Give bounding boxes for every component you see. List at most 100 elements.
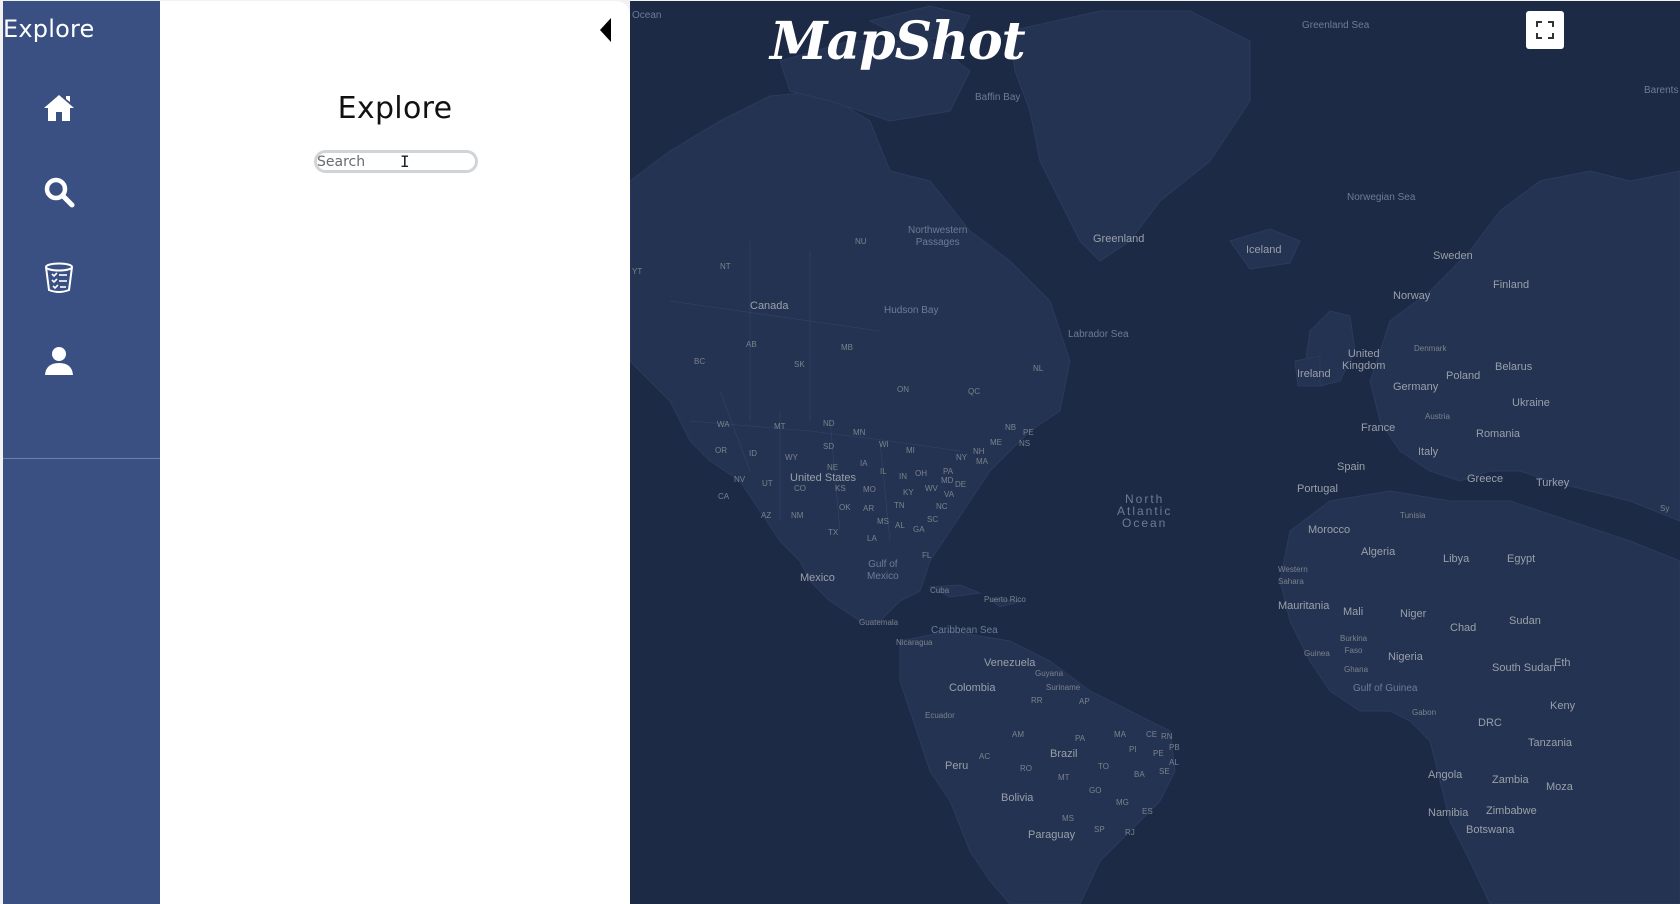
map-label: AR: [863, 504, 875, 513]
app: Explore Explore Search I MapShot Ocean G…: [3, 1, 1680, 904]
map-label: ES: [1142, 807, 1153, 816]
map-label: Peru: [945, 760, 969, 772]
map-label: Colombia: [949, 682, 996, 694]
map-label: MA: [976, 457, 988, 466]
map-label: TX: [828, 528, 839, 537]
home-icon: [44, 95, 74, 121]
map-label: PI: [1129, 745, 1137, 754]
nav-profile-button[interactable]: [39, 341, 79, 381]
map-label: CE: [1146, 730, 1158, 739]
map-label: Greece: [1467, 473, 1504, 485]
map-label: GA: [913, 525, 925, 534]
map-label: AC: [979, 752, 991, 761]
map-label: NS: [1019, 439, 1031, 448]
map-label: ND: [823, 419, 835, 428]
map-label: Portugal: [1297, 483, 1338, 495]
map-label: OK: [839, 503, 851, 512]
map-label: Ukraine: [1512, 397, 1550, 409]
map-label: MA: [1114, 730, 1126, 739]
map-label: KY: [903, 488, 914, 497]
map-label: WA: [717, 420, 730, 429]
map-label: AZ: [761, 511, 772, 520]
search-input[interactable]: [314, 150, 478, 173]
map-label: MB: [841, 343, 853, 352]
map-label: Chad: [1450, 622, 1477, 634]
map-label: Guyana: [1035, 669, 1064, 678]
map-label: AL: [895, 521, 905, 530]
explore-panel: Explore I: [160, 1, 630, 904]
map-label: Baffin Bay: [975, 92, 1021, 103]
map-label: Botswana: [1466, 824, 1515, 836]
map-label: MT: [1058, 773, 1070, 782]
fullscreen-button[interactable]: [1526, 11, 1564, 49]
map-label: North Atlantic Ocean: [1117, 492, 1173, 530]
map-label: Finland: [1493, 279, 1530, 291]
map-label: France: [1361, 422, 1396, 434]
map-label: Ireland: [1297, 368, 1331, 380]
map-label: Venezuela: [984, 657, 1036, 669]
map-label: Bolivia: [1001, 792, 1034, 804]
map-label: NL: [1033, 364, 1044, 373]
map-label: SC: [927, 515, 939, 524]
map-label: Caribbean Sea: [931, 625, 998, 636]
nav-bucket-list-button[interactable]: [39, 258, 79, 298]
map-label: AM: [1012, 730, 1024, 739]
map-label: ID: [749, 449, 757, 458]
mapshot-logo: MapShot: [770, 11, 1026, 72]
map-label: Zambia: [1492, 774, 1529, 786]
map-label: RR: [1031, 696, 1043, 705]
map-label: UT: [762, 479, 773, 488]
map-label: Morocco: [1308, 524, 1351, 536]
map-label: South Sudan: [1492, 662, 1556, 674]
map-label: GO: [1089, 786, 1102, 795]
map-label: NY: [956, 453, 968, 462]
map-label: Greenland: [1093, 233, 1145, 245]
map-label: VA: [944, 490, 955, 499]
map-label: Algeria: [1361, 546, 1396, 558]
map-label: Italy: [1418, 446, 1439, 458]
map-label: AL: [1169, 758, 1179, 767]
map-label: United Kingdom: [1342, 348, 1386, 372]
map-label: MS: [877, 517, 889, 526]
map-label: Nigeria: [1388, 651, 1423, 663]
map-label: SE: [1159, 767, 1170, 776]
map-label: NM: [791, 511, 804, 520]
map-label: MI: [906, 446, 915, 455]
map-label: Niger: [1400, 608, 1427, 620]
map-label: Burkina Faso: [1340, 634, 1368, 655]
map-label: RJ: [1125, 828, 1135, 837]
map-label: Ocean: [632, 10, 662, 21]
map-label: Greenland Sea: [1302, 20, 1370, 31]
nav-search-button[interactable]: [39, 172, 79, 212]
map-label: MT: [774, 422, 786, 431]
map-label: Mexico: [800, 572, 835, 584]
map-label: Tanzania: [1528, 737, 1573, 749]
map-label: Gulf of Guinea: [1353, 683, 1418, 694]
map-label: Paraguay: [1028, 829, 1076, 841]
user-icon: [45, 347, 73, 375]
map-label: SD: [823, 442, 835, 451]
map-label: IA: [860, 459, 868, 468]
map-label: BC: [694, 357, 706, 366]
map-label: NU: [855, 237, 867, 246]
map-label: WI: [879, 440, 889, 449]
map-label: Mali: [1343, 606, 1364, 618]
map-label: NT: [720, 262, 731, 271]
map[interactable]: MapShot Ocean Greenland Sea Baffin Bay B…: [630, 1, 1680, 904]
map-label: AB: [746, 340, 757, 349]
map-label: Spain: [1337, 461, 1366, 473]
map-label: Namibia: [1428, 807, 1469, 819]
map-label: Germany: [1393, 381, 1439, 393]
map-label: TO: [1098, 762, 1109, 771]
map-label: SK: [794, 360, 805, 369]
map-label: NV: [734, 475, 746, 484]
map-label: OH: [915, 469, 927, 478]
nav-home-button[interactable]: [39, 88, 79, 128]
map-label: Ghana: [1344, 665, 1369, 674]
collapse-panel-button[interactable]: [597, 17, 617, 43]
map-label: NC: [936, 502, 948, 511]
text-cursor-icon: I: [400, 152, 410, 171]
search-icon: [44, 177, 75, 208]
map-label: Puerto Rico: [984, 595, 1026, 604]
map-label: TN: [894, 501, 905, 510]
